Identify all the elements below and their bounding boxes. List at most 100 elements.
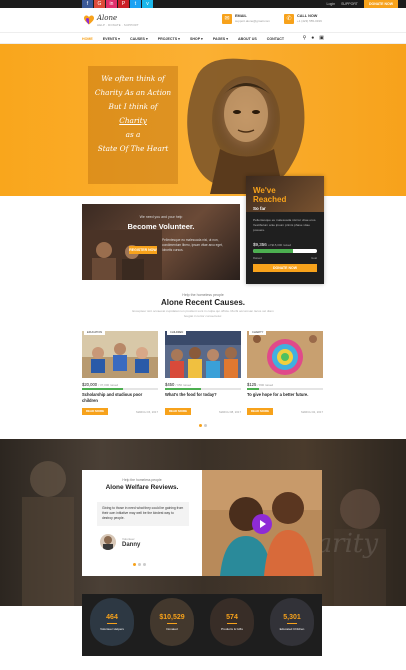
phone-contact: ✆ CALL NOW +1 (423) 555-0199 [284,14,322,24]
social-links: f Gin Pt v [82,0,154,8]
hero-quote-line: State Of The Heart [97,144,169,153]
cause-title[interactable]: Scholarship and studious poor children [82,392,158,403]
children-photo [165,331,241,378]
causes-pagination [199,424,209,427]
vimeo-icon[interactable]: v [142,0,153,8]
cause-progress-fill [82,388,124,390]
volunteer-photo [82,230,162,280]
stat-divider [227,623,237,624]
reached-donate-button[interactable]: DONATE NOW [253,264,317,272]
hero-quote-line: We often think of [101,74,165,83]
reached-title: We've Reached [253,186,287,204]
cause-amount-value: $450 [165,382,175,387]
hero-quote-line: But I think of [108,102,158,111]
hero-quote-line: Charity As an Action [94,88,172,97]
nav-item-projects[interactable]: PROJECTS ▾ [158,37,180,41]
pagination-dot[interactable] [204,424,207,427]
reached-card: We've Reached So far Pellentesque eu mal… [246,176,324,284]
cause-title[interactable]: What's the food for today? [165,392,241,398]
nav-item-shop[interactable]: SHOP ▾ [190,37,203,41]
stat-item: 574 Products & Gifts [202,594,262,656]
cause-card[interactable]: CHILDREN $450 / 950 raised What's the fo… [165,331,241,419]
stat-background-photo [150,598,194,646]
rangoli-photo [247,331,323,378]
reached-amount: $9,356 of $15,000 raised [253,242,291,247]
email-contact: ✉ EMAIL support.alone@gmail.com [222,14,270,24]
stat-label: Educated Children [279,627,305,631]
stat-item: 464 Volunteer Helpers [82,594,142,656]
read-more-button[interactable]: READ MORE [82,408,108,415]
cause-tag: CHILDREN [167,331,187,335]
register-now-button[interactable]: REGISTER NOW [129,246,157,254]
cause-card[interactable]: EDUCATION $20,000 / 37,000 raised Schola… [82,331,158,419]
pagination-dot[interactable] [133,563,136,566]
user-icon[interactable]: ● [311,35,314,42]
google-plus-icon[interactable]: G [94,0,105,8]
reached-meta-left: Raised [253,256,262,260]
stat-divider [107,623,117,624]
review-quote: Giving to those in need what they could … [97,502,189,526]
email-value[interactable]: support.alone@gmail.com [235,19,270,23]
stat-item: $10,529 Donated [142,594,202,656]
linkedin-icon[interactable]: in [106,0,117,8]
elderly-woman-photo [187,58,305,194]
phone-icon: ✆ [284,14,294,24]
twitter-icon[interactable]: t [130,0,141,8]
pagination-dot[interactable] [199,424,202,427]
cause-amount: $20,000 / 37,000 raised [82,382,118,387]
cause-title[interactable]: To give hope for a better future. [247,392,323,398]
nav-icons: ⚲ ● ▣ [298,35,324,42]
cause-card[interactable]: CHARITY $125 / 800 raised To give hope f… [247,331,323,419]
hero-banner: We often think of Charity As an Action B… [0,44,406,196]
reached-meta-right: Goal [311,256,317,260]
facebook-icon[interactable]: f [82,0,93,8]
reached-subtitle: So far [253,206,266,211]
stat-value: 5,301 [283,614,301,621]
review-title: Alone Welfare Reviews. [105,484,179,491]
pinterest-icon[interactable]: P [118,0,129,8]
nav-item-causes[interactable]: CAUSES ▾ [130,37,148,41]
cart-icon[interactable]: ▣ [319,35,324,42]
pagination-dot[interactable] [143,563,146,566]
hero-quote-line: as a [125,130,141,139]
stat-background-photo [210,598,254,646]
reached-amount-value: $9,356 [253,242,267,247]
nav-item-contact[interactable]: CONTACT [267,37,284,41]
read-more-button[interactable]: READ MORE [165,408,191,415]
hero-quote-line: Charity [119,116,147,125]
stat-divider [167,623,177,624]
call-value[interactable]: +1 (423) 555-0199 [297,19,322,23]
search-icon[interactable]: ⚲ [303,35,307,42]
stat-background-photo [90,598,134,646]
play-icon [260,520,266,528]
login-link[interactable]: Login [327,2,336,6]
cause-progress-fill [247,388,260,390]
stat-item: 5,301 Educated Children [262,594,322,656]
cause-date: MARCH 15, 2017 [136,410,158,414]
review-subtitle: Help the homeless people [122,478,162,482]
heart-logo-icon[interactable] [83,14,95,26]
donate-top-button[interactable]: DONATE NOW [363,0,398,8]
cause-amount-value: $125 [247,382,257,387]
top-links: Login SUPPORT DONATE NOW [321,0,398,8]
logo-tagline: HELP · DONATE · SUPPORT [97,23,139,27]
email-label: EMAIL [235,14,247,18]
stats-bar: 464 Volunteer Helpers $10,529 Donated 57… [82,594,322,656]
play-video-button[interactable] [252,514,272,534]
nav-item-events[interactable]: EVENTS ▾ [103,37,120,41]
nav-item-home[interactable]: HOME [82,37,93,41]
review-pagination [133,563,148,566]
nav-item-about-us[interactable]: ABOUT US [238,37,257,41]
cause-progress-bar [165,388,241,390]
nav-item-pages[interactable]: PAGES ▾ [213,37,228,41]
read-more-button[interactable]: READ MORE [247,408,273,415]
top-bar: f Gin Pt v Login SUPPORT DONATE NOW [0,0,406,8]
site-header: Alone HELP · DONATE · SUPPORT ✉ EMAIL su… [0,8,406,32]
stat-divider [287,623,297,624]
pagination-dot[interactable] [138,563,141,566]
nav-menu: HOME EVENTS ▾ CAUSES ▾ PROJECTS ▾ SHOP ▾ PAGE… [82,33,294,44]
logo-text[interactable]: Alone [97,14,117,22]
support-link[interactable]: SUPPORT [341,2,358,6]
stat-label: Volunteer Helpers [100,627,124,631]
reached-text: Pellentesque eu malesuada nisi tur vitae… [253,218,317,232]
